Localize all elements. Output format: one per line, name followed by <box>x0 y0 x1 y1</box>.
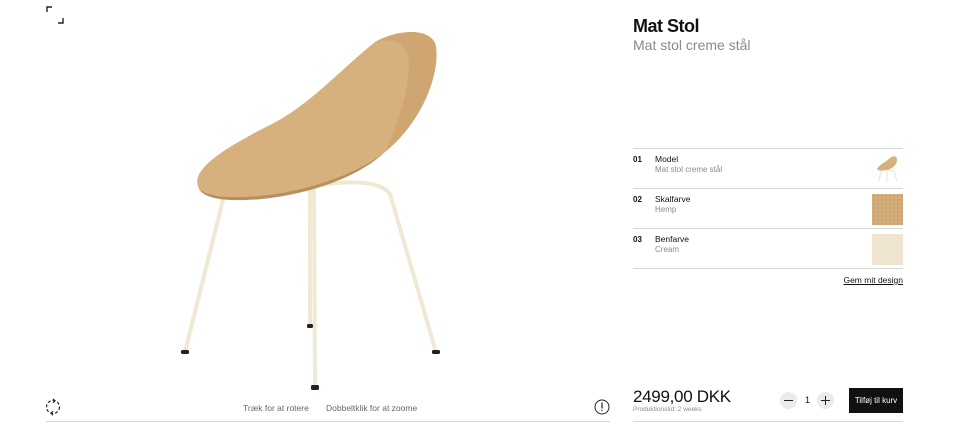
product-subtitle: Mat stol creme stål <box>633 37 751 53</box>
cream-swatch <box>872 234 903 265</box>
option-label: Model <box>655 154 679 164</box>
option-value: Mat stol creme stål <box>655 165 723 174</box>
option-label: Benfarve <box>655 234 690 244</box>
chair-thumbnail <box>877 156 898 183</box>
divider <box>633 421 903 422</box>
product-viewer[interactable]: Træk for at rotere Dobbeltklik for at zo… <box>0 0 620 430</box>
product-panel: Mat Stol Mat stol creme stål 01 Model Ma… <box>633 0 903 430</box>
divider <box>46 421 610 422</box>
option-leg-color[interactable]: 03 Benfarve Cream <box>633 229 903 269</box>
product-title: Mat Stol <box>633 16 700 36</box>
option-number: 03 <box>633 235 642 244</box>
zoom-hint: Dobbeltklik for at zoome <box>326 403 418 413</box>
save-design-link[interactable]: Gem mit design <box>843 275 903 285</box>
option-number: 01 <box>633 155 642 164</box>
expand-icon[interactable] <box>46 6 64 24</box>
rotate-hint: Træk for at rotere <box>243 403 309 413</box>
quantity-value: 1 <box>805 395 811 405</box>
option-label: Skalfarve <box>655 194 691 204</box>
option-value: Cream <box>655 245 680 254</box>
configurator-options: 01 Model Mat stol creme stål 02 Skalfarv… <box>633 148 903 269</box>
quantity-decrease-button[interactable] <box>780 392 797 409</box>
hemp-swatch <box>872 194 903 225</box>
lead-time: Produktionstid: 2 weeks <box>633 406 702 413</box>
chair-product-image[interactable] <box>170 30 450 396</box>
option-shell-color[interactable]: 02 Skalfarve Hemp <box>633 189 903 229</box>
info-icon[interactable] <box>594 399 610 415</box>
option-model[interactable]: 01 Model Mat stol creme stål <box>633 149 903 189</box>
option-value: Hemp <box>655 205 677 214</box>
add-to-cart-button[interactable]: Tilføj til kurv <box>849 388 903 413</box>
option-number: 02 <box>633 195 642 204</box>
product-price: 2499,00 DKK <box>633 387 731 406</box>
quantity-increase-button[interactable] <box>817 392 834 409</box>
rotate-360-icon[interactable] <box>44 398 62 416</box>
